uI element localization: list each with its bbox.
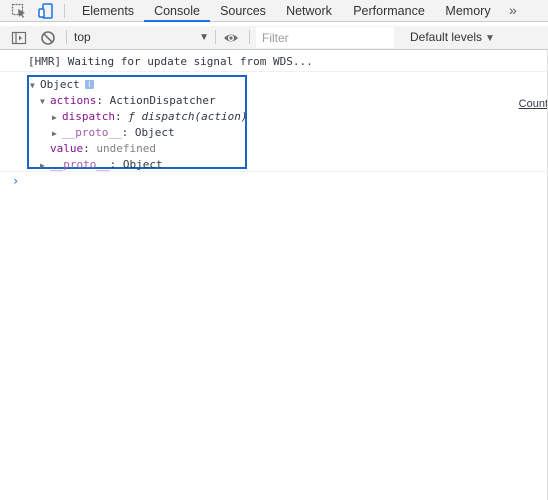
context-selector-value: top	[74, 30, 91, 44]
console-output: [HMR] Waiting for update signal from WDS…	[0, 50, 548, 500]
log-levels-label: Default levels	[410, 30, 483, 44]
expanded-triangle-icon[interactable]: ▼	[40, 94, 50, 110]
property-key: __proto__	[50, 158, 110, 171]
property-key: __proto__	[62, 126, 122, 139]
tab-console[interactable]: Console	[144, 0, 210, 22]
console-toolbar: top ▼ Default levels▼	[0, 26, 548, 50]
source-link[interactable]: Count	[519, 96, 548, 112]
property-value: ActionDispatcher	[109, 94, 216, 107]
expanded-triangle-icon[interactable]: ▼	[30, 78, 40, 94]
property-value: Object	[122, 158, 163, 171]
chevron-down-icon: ▼	[199, 32, 209, 43]
device-toolbar-icon[interactable]	[38, 3, 54, 19]
toolbar-separator	[215, 30, 216, 44]
log-levels-dropdown[interactable]: Default levels ▼	[410, 26, 495, 49]
console-prompt[interactable]: ›	[0, 172, 548, 190]
clear-console-icon[interactable]	[40, 30, 56, 46]
property-value: undefined	[96, 142, 156, 155]
property-key: value	[50, 142, 84, 155]
prompt-chevron-icon: ›	[12, 174, 20, 188]
context-selector[interactable]: top ▼	[74, 26, 209, 49]
property-key: actions	[50, 94, 97, 107]
collapsed-triangle-icon[interactable]: ▶	[52, 110, 62, 126]
live-expression-eye-icon[interactable]	[223, 30, 239, 46]
info-icon[interactable]: i	[84, 80, 94, 89]
property-value: Object	[134, 126, 175, 139]
collapsed-triangle-icon[interactable]: ▶	[52, 126, 62, 142]
tab-memory[interactable]: Memory	[436, 0, 500, 22]
object-highlight-box: ▼ Object i ▼ actions: ActionDispatcher ▶ dis…	[27, 75, 247, 171]
toolbar-separator	[64, 4, 65, 18]
object-root-row[interactable]: ▼ Object i	[30, 77, 94, 93]
more-tabs-button[interactable]: »	[509, 0, 517, 22]
show-sidebar-icon[interactable]	[11, 30, 27, 46]
hmr-message-text: [HMR] Waiting for update signal from WDS…	[28, 55, 313, 68]
tab-sources[interactable]: Sources	[212, 0, 274, 22]
tab-elements[interactable]: Elements	[74, 0, 142, 22]
devtools-tab-bar: Elements Console Sources Network Perform…	[0, 0, 548, 22]
toolbar-separator	[249, 30, 250, 44]
property-key: dispatch	[62, 110, 115, 123]
tab-performance[interactable]: Performance	[344, 0, 434, 22]
tree-row-proto-root[interactable]: ▶ __proto__: Object	[40, 157, 163, 173]
property-value: ƒ dispatch(action)	[128, 110, 248, 123]
tree-row-value: value: undefined	[50, 142, 156, 155]
inspect-element-icon[interactable]	[11, 3, 27, 19]
tree-row-proto[interactable]: ▶ __proto__: Object	[52, 125, 175, 141]
chevron-down-icon: ▼	[485, 33, 495, 44]
filter-input[interactable]	[256, 27, 394, 48]
toolbar-separator	[66, 30, 67, 44]
tab-network[interactable]: Network	[276, 0, 342, 22]
console-message: [HMR] Waiting for update signal from WDS…	[0, 52, 548, 72]
tree-row-dispatch[interactable]: ▶ dispatch: ƒ dispatch(action)	[52, 109, 247, 125]
object-label: Object	[40, 78, 80, 91]
tree-row-actions[interactable]: ▼ actions: ActionDispatcher	[40, 93, 216, 109]
